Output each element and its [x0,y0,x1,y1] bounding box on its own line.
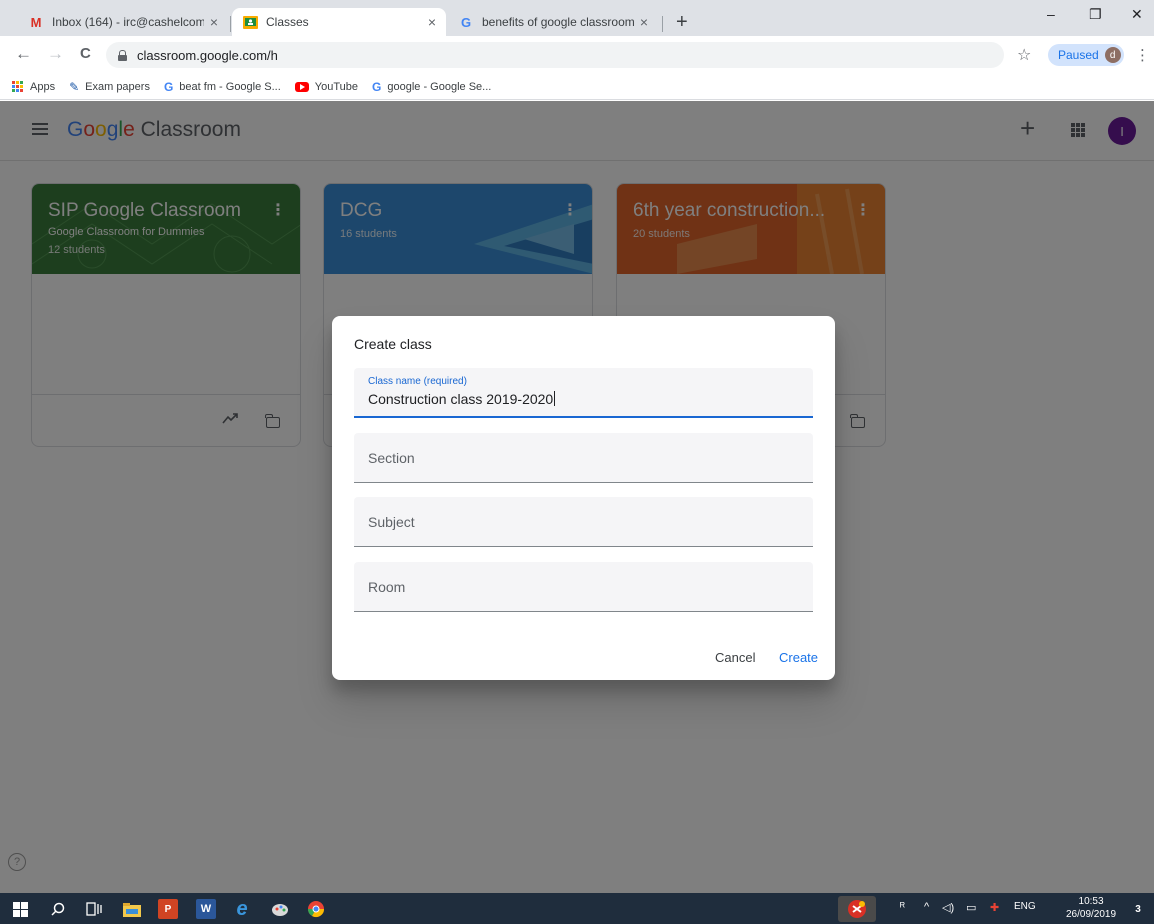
minimize-button[interactable]: – [1047,6,1055,22]
profile-avatar: d [1104,47,1121,63]
new-tab-button[interactable]: + [676,12,688,32]
word-icon[interactable]: W [196,899,216,919]
bookmark-exam-papers[interactable]: ✎ Exam papers [69,80,150,94]
address-bar[interactable]: classroom.google.com/h [106,42,1004,68]
network-icon[interactable]: ▭ [966,901,976,914]
url-text: classroom.google.com/h [137,47,278,63]
notification-app-icon[interactable] [838,896,876,922]
bookmark-google[interactable]: G google - Google Se... [372,80,491,94]
google-icon: G [372,79,382,94]
cancel-button[interactable]: Cancel [715,650,755,665]
google-icon: G [163,79,174,94]
paint-icon[interactable] [270,899,290,919]
section-field[interactable]: Section [354,433,813,483]
tab-close-icon[interactable]: × [210,14,218,30]
powerpoint-icon[interactable]: P [158,899,178,919]
section-input[interactable]: Section [368,450,415,466]
create-button[interactable]: Create [779,650,818,665]
dialog-title: Create class [354,336,432,352]
tab-classes[interactable]: Classes × [232,8,446,36]
internet-explorer-icon[interactable]: e [232,898,252,920]
class-name-input[interactable]: Construction class 2019-2020 [368,391,555,407]
bookmark-label: Apps [30,80,56,93]
tab-label: Classes [266,15,309,29]
chrome-icon[interactable] [306,899,326,919]
bookmark-beat-fm[interactable]: G beat fm - Google S... [164,80,281,94]
task-view-icon[interactable] [84,899,104,919]
tab-gmail-inbox[interactable]: M Inbox (164) - irc@cashelcommun × [18,8,228,36]
browser-tab-strip: M Inbox (164) - irc@cashelcommun × Class… [0,0,1154,36]
room-field[interactable]: Room [354,562,813,612]
clock-date: 26/09/2019 [1066,909,1117,920]
bookmarks-bar: Apps ✎ Exam papers G beat fm - Google S.… [0,74,1154,100]
bookmark-label: beat fm - Google S... [179,80,281,93]
class-name-label: Class name (required) [368,376,467,387]
create-class-dialog: Create class Class name (required) Const… [332,316,835,680]
tab-close-icon[interactable]: × [428,14,436,30]
tab-separator [230,16,231,32]
tab-close-icon[interactable]: × [640,14,648,30]
profile-status: Paused [1058,48,1099,62]
close-window-button[interactable]: ✕ [1131,6,1143,23]
windows-start-icon[interactable] [10,899,30,919]
gmail-icon: M [30,14,42,30]
bookmark-label: Exam papers [85,80,150,93]
volume-icon[interactable]: ◁) [942,901,954,914]
reload-button[interactable]: C [80,45,91,63]
classroom-icon [242,14,258,30]
google-icon: G [460,14,472,30]
tab-separator [662,16,663,32]
bookmark-label: google - Google Se... [387,80,492,93]
youtube-icon [294,81,309,92]
clock-time: 10:53 [1078,896,1104,907]
subject-field[interactable]: Subject [354,497,813,547]
bookmark-youtube[interactable]: YouTube [294,80,359,93]
search-icon[interactable] [48,899,68,919]
language-indicator[interactable]: ENG [1014,901,1036,912]
file-explorer-icon[interactable] [122,899,142,919]
notification-count: 3 [1135,903,1141,915]
back-button[interactable]: ← [15,45,32,63]
profile-paused-button[interactable]: Paused d [1048,44,1124,66]
show-hidden-icons-icon[interactable]: ^ [924,901,929,913]
tab-label: Inbox (164) - irc@cashelcommun [52,15,204,29]
restore-button[interactable]: ❐ [1089,6,1102,23]
bookmark-star-icon[interactable]: ☆ [1017,45,1031,65]
class-name-field[interactable]: Class name (required) Construction class… [354,368,813,418]
subject-input[interactable]: Subject [368,514,415,530]
lock-icon [118,49,127,61]
system-clock[interactable]: 10:53 26/09/2019 [1066,895,1116,921]
bookmark-label: YouTube [314,80,359,93]
forward-button[interactable]: → [47,45,64,63]
windows-taskbar: P W e ᴿ ^ ◁) ▭ ✚ ENG 10:53 26/09/2019 3 [0,893,1154,924]
tab-google-search[interactable]: G benefits of google classroom - G × [448,8,658,36]
apps-grid-icon [12,80,24,93]
browser-toolbar: ← → C classroom.google.com/h ☆ Paused d … [0,36,1154,74]
bookmark-apps[interactable]: Apps [12,80,56,93]
action-center-icon[interactable]: 3 [1128,899,1148,919]
pen-icon: ✎ [69,79,80,94]
browser-menu-icon[interactable]: ⋮ [1135,46,1150,64]
tab-label: benefits of google classroom - G [482,15,634,29]
people-icon[interactable]: ᴿ [900,901,905,913]
security-icon[interactable]: ✚ [990,901,999,914]
room-input[interactable]: Room [368,579,405,595]
